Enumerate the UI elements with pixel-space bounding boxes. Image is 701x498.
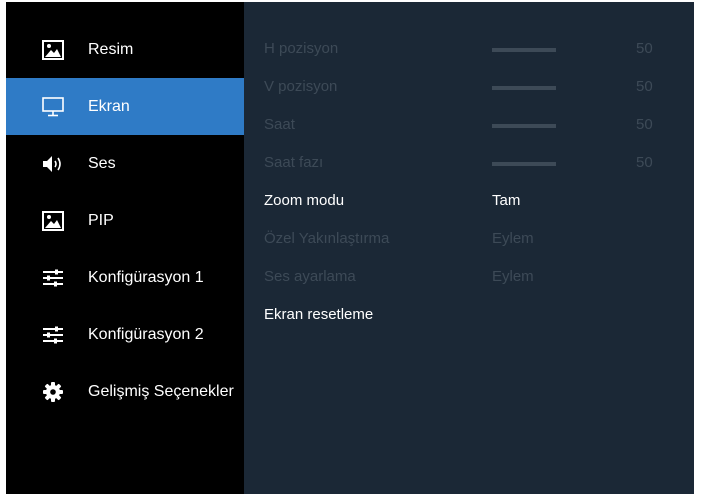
sliders-icon	[42, 324, 64, 346]
setting-row-h-pozisyon: H pozisyon 50	[264, 40, 684, 60]
setting-slider	[492, 86, 556, 90]
sliders-icon	[42, 267, 64, 289]
monitor-icon	[42, 96, 64, 118]
sidebar-item-label: PIP	[88, 211, 114, 229]
setting-row-ozel-yakinlastirma: Özel Yakınlaştırma Eylem	[264, 230, 684, 250]
settings-panel: H pozisyon 50 V pozisyon 50 Saat 50 Saat…	[244, 2, 694, 494]
setting-row-v-pozisyon: V pozisyon 50	[264, 78, 684, 98]
sidebar-item-resim[interactable]: Resim	[6, 21, 244, 78]
sidebar-item-label: Resim	[88, 40, 134, 58]
sidebar-item-label: Gelişmiş Seçenekler	[88, 382, 234, 400]
setting-value: Eylem	[492, 230, 534, 247]
sidebar-item-label: Konfigürasyon 1	[88, 268, 204, 286]
setting-label: Saat	[264, 116, 295, 133]
setting-row-zoom-modu[interactable]: Zoom modu Tam	[264, 192, 684, 212]
setting-row-saat-fazi: Saat fazı 50	[264, 154, 684, 174]
sidebar-item-ekran[interactable]: Ekran	[6, 78, 244, 135]
sidebar-item-gelismis-secenekler[interactable]: Gelişmiş Seçenekler	[6, 363, 244, 420]
osd-menu: Resim Ekran Ses PIP Konfigürasyon 1 Konf…	[6, 2, 694, 494]
sidebar-item-label: Ekran	[88, 97, 130, 115]
speaker-icon	[42, 153, 64, 175]
setting-label: Ekran resetleme	[264, 306, 374, 323]
setting-value: 50	[636, 116, 653, 133]
setting-value: 50	[636, 78, 653, 95]
setting-label: Zoom modu	[264, 192, 345, 209]
sidebar-item-konfigurasyon-1[interactable]: Konfigürasyon 1	[6, 249, 244, 306]
setting-label: V pozisyon	[264, 78, 338, 95]
setting-slider	[492, 162, 556, 166]
setting-slider	[492, 48, 556, 52]
setting-value: 50	[636, 154, 653, 171]
sidebar-item-label: Konfigürasyon 2	[88, 325, 204, 343]
setting-row-ses-ayarlama: Ses ayarlama Eylem	[264, 268, 684, 288]
picture-icon	[42, 210, 64, 232]
setting-label: Saat fazı	[264, 154, 324, 171]
setting-label: Özel Yakınlaştırma	[264, 230, 390, 247]
setting-value: 50	[636, 40, 653, 57]
sidebar-item-ses[interactable]: Ses	[6, 135, 244, 192]
setting-row-saat: Saat 50	[264, 116, 684, 136]
setting-slider	[492, 124, 556, 128]
sidebar-item-pip[interactable]: PIP	[6, 192, 244, 249]
picture-icon	[42, 39, 64, 61]
setting-value[interactable]: Tam	[492, 192, 520, 209]
setting-value: Eylem	[492, 268, 534, 285]
sidebar: Resim Ekran Ses PIP Konfigürasyon 1 Konf…	[6, 2, 244, 494]
setting-label: Ses ayarlama	[264, 268, 356, 285]
setting-label: H pozisyon	[264, 40, 339, 57]
sidebar-item-konfigurasyon-2[interactable]: Konfigürasyon 2	[6, 306, 244, 363]
gear-icon	[42, 381, 64, 403]
setting-row-ekran-resetleme[interactable]: Ekran resetleme	[264, 306, 684, 326]
sidebar-item-label: Ses	[88, 154, 116, 172]
